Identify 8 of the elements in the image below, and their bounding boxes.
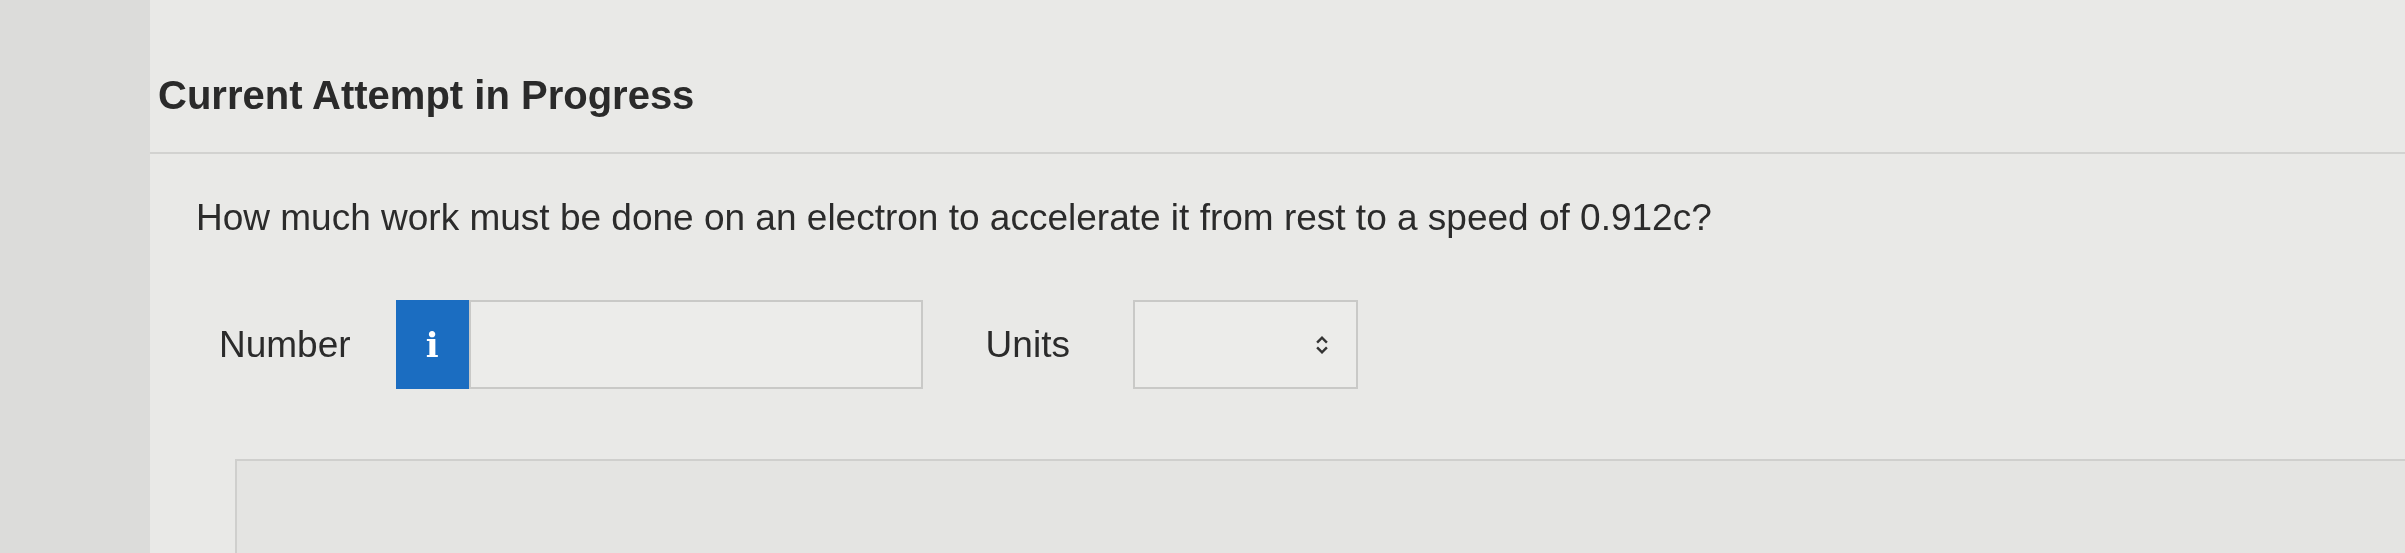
- info-button[interactable]: i: [395, 300, 469, 389]
- section-heading: Current Attempt in Progress: [158, 73, 695, 117]
- number-field[interactable]: [468, 300, 923, 389]
- question-text: How much work must be done on an electron to accelerate it from rest to a speed of 0.912c?: [196, 197, 1712, 238]
- number-label: Number: [219, 323, 351, 366]
- units-dropdown[interactable]: [1132, 300, 1358, 389]
- up-down-chevron-icon: [1313, 333, 1330, 356]
- units-label: Units: [985, 323, 1070, 366]
